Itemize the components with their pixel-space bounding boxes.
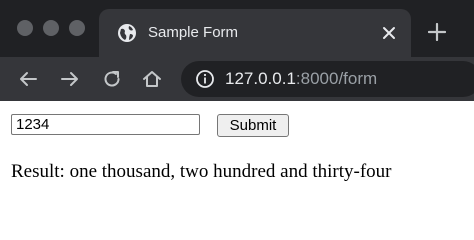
url-text: 127.0.0.1:8000/form (225, 68, 377, 90)
maximize-window-button[interactable] (69, 20, 85, 36)
close-tab-icon[interactable] (381, 25, 397, 41)
result-text: one thousand, two hundred and thirty-fou… (69, 161, 392, 182)
result-line: Result: one thousand, two hundred and th… (11, 160, 391, 184)
home-icon[interactable] (141, 68, 163, 90)
tab-title: Sample Form (148, 24, 239, 41)
browser-toolbar: 127.0.0.1:8000/form (0, 57, 474, 101)
back-arrow-icon[interactable] (17, 68, 39, 90)
submit-button[interactable]: Submit (217, 114, 289, 137)
browser-window: Sample Form 127.0.0.1:8000/form 1234 Sub… (0, 0, 474, 205)
globe-icon (118, 24, 136, 42)
tab-sample-form[interactable]: Sample Form (99, 9, 411, 57)
minimize-window-button[interactable] (43, 20, 59, 36)
forward-arrow-icon[interactable] (59, 68, 81, 90)
tab-strip: Sample Form (0, 0, 474, 57)
page-content: Submit Result: one thousand, two hundred… (0, 101, 474, 205)
address-bar[interactable]: 127.0.0.1:8000/form (181, 61, 474, 97)
url-host: 127.0.0.1 (225, 69, 296, 88)
reload-icon[interactable] (101, 68, 123, 90)
url-path: :8000/form (295, 69, 378, 88)
new-tab-icon[interactable] (428, 23, 446, 41)
number-input[interactable] (11, 114, 200, 135)
result-label: Result: (11, 161, 65, 182)
close-window-button[interactable] (17, 20, 33, 36)
info-icon[interactable] (195, 69, 215, 89)
